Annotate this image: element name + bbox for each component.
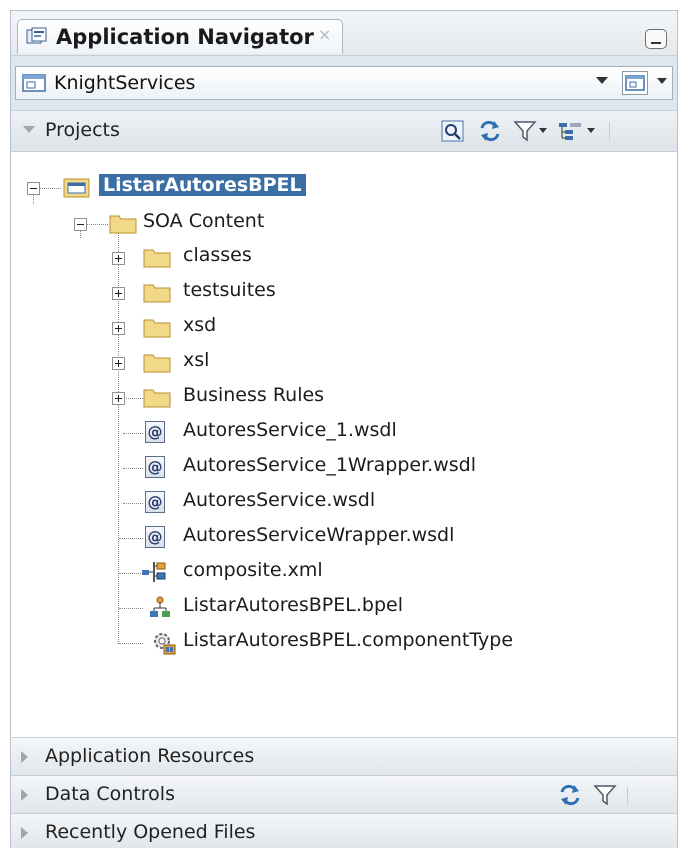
application-dropdown-icon[interactable]: [596, 77, 608, 84]
refresh-icon[interactable]: [557, 784, 583, 806]
tree-node-file[interactable]: @ AutoresService.wsdl: [11, 487, 511, 517]
folder-icon: [143, 354, 171, 373]
application-navigator-tab[interactable]: Application Navigator ×: [17, 19, 343, 54]
project-name: ListarAutoresBPEL: [99, 174, 306, 196]
folder-label: xsd: [183, 314, 217, 336]
refresh-icon[interactable]: [477, 120, 503, 142]
data-controls-section[interactable]: Data Controls: [11, 775, 677, 814]
file-label: composite.xml: [183, 559, 323, 581]
project-tree: ListarAutoresBPEL SOA Content classes te…: [11, 152, 677, 722]
navigator-tab-bar: Application Navigator ×: [11, 11, 677, 56]
file-label: AutoresService_1Wrapper.wsdl: [183, 454, 476, 476]
folder-label: testsuites: [183, 279, 276, 301]
tree-node-soa-content[interactable]: SOA Content: [11, 208, 411, 238]
application-resources-section[interactable]: Application Resources: [11, 737, 677, 776]
tree-node-folder[interactable]: xsl: [11, 347, 411, 377]
folder-icon: [143, 284, 171, 303]
filter-dropdown-icon[interactable]: [539, 128, 547, 133]
search-icon[interactable]: [441, 120, 465, 142]
file-label: AutoresServiceWrapper.wsdl: [183, 524, 455, 546]
wsdl-file-icon: @: [145, 526, 165, 548]
tree-node-project[interactable]: ListarAutoresBPEL: [11, 172, 411, 202]
bpel-process-icon: [150, 596, 170, 617]
section-label: Recently Opened Files: [45, 821, 256, 843]
component-type-icon: [154, 633, 176, 655]
wsdl-file-icon: @: [145, 421, 165, 443]
expand-arrow-icon[interactable]: [21, 789, 28, 801]
composite-icon: [142, 562, 166, 582]
tree-node-folder[interactable]: testsuites: [11, 277, 411, 307]
expand-icon[interactable]: [112, 287, 125, 300]
expand-icon[interactable]: [112, 322, 125, 335]
application-name: KnightServices: [54, 72, 196, 94]
file-label: AutoresService.wsdl: [183, 489, 376, 511]
file-label: ListarAutoresBPEL.bpel: [183, 594, 403, 616]
tree-node-file[interactable]: ListarAutoresBPEL.componentType: [11, 627, 571, 657]
tree-node-folder[interactable]: xsd: [11, 312, 411, 342]
minimize-icon[interactable]: [645, 29, 667, 49]
folder-icon: [143, 249, 171, 268]
file-label: AutoresService_1.wsdl: [183, 419, 397, 441]
section-label: Data Controls: [45, 783, 175, 805]
tree-node-folder[interactable]: classes: [11, 242, 411, 272]
filter-icon[interactable]: [513, 120, 537, 142]
application-navigator-icon: [26, 27, 47, 44]
folder-label: xsl: [183, 349, 210, 371]
tree-node-folder[interactable]: Business Rules: [11, 382, 411, 412]
folder-label: Business Rules: [183, 384, 325, 406]
filter-icon[interactable]: [593, 784, 617, 806]
projects-collapse-icon[interactable]: [23, 126, 35, 133]
expand-icon[interactable]: [112, 357, 125, 370]
collapse-icon[interactable]: [27, 182, 40, 195]
application-menu-dropdown-icon[interactable]: [657, 78, 667, 84]
collapse-icon[interactable]: [74, 218, 87, 231]
project-icon: [63, 178, 90, 198]
tree-node-file[interactable]: @ AutoresService_1Wrapper.wsdl: [11, 452, 511, 482]
application-selector-bar: KnightServices: [11, 56, 677, 111]
expand-arrow-icon[interactable]: [21, 751, 28, 763]
panel-title: Application Navigator: [56, 25, 314, 49]
expand-icon[interactable]: [112, 252, 125, 265]
projects-header[interactable]: Projects: [11, 111, 677, 152]
folder-icon: [143, 389, 171, 408]
tree-node-file[interactable]: @ AutoresServiceWrapper.wsdl: [11, 522, 511, 552]
toolbar-separator: [609, 122, 610, 140]
recently-opened-files-section[interactable]: Recently Opened Files: [11, 813, 677, 848]
application-icon: [22, 74, 46, 92]
hierarchy-dropdown-icon[interactable]: [587, 128, 595, 133]
toolbar-separator: [627, 787, 628, 805]
expand-arrow-icon[interactable]: [21, 827, 28, 839]
wsdl-file-icon: @: [145, 491, 165, 513]
projects-label: Projects: [45, 119, 120, 141]
application-navigator-panel: Application Navigator × KnightServices P…: [10, 10, 678, 848]
application-selector[interactable]: KnightServices: [15, 66, 673, 100]
close-tab-icon[interactable]: ×: [318, 25, 331, 44]
tree-node-file[interactable]: @ AutoresService_1.wsdl: [11, 417, 511, 447]
tree-node-file[interactable]: ListarAutoresBPEL.bpel: [11, 592, 511, 622]
folder-icon: [109, 215, 137, 234]
application-menu-icon: [625, 75, 645, 91]
section-label: Application Resources: [45, 745, 255, 767]
application-menu-button[interactable]: [622, 71, 648, 95]
file-label: ListarAutoresBPEL.componentType: [183, 629, 514, 651]
expand-icon[interactable]: [112, 392, 125, 405]
hierarchy-view-icon[interactable]: [557, 120, 583, 142]
folder-label: SOA Content: [143, 210, 265, 232]
tree-node-file[interactable]: composite.xml: [11, 557, 511, 587]
wsdl-file-icon: @: [145, 456, 165, 478]
folder-label: classes: [183, 244, 252, 266]
folder-icon: [143, 319, 171, 338]
